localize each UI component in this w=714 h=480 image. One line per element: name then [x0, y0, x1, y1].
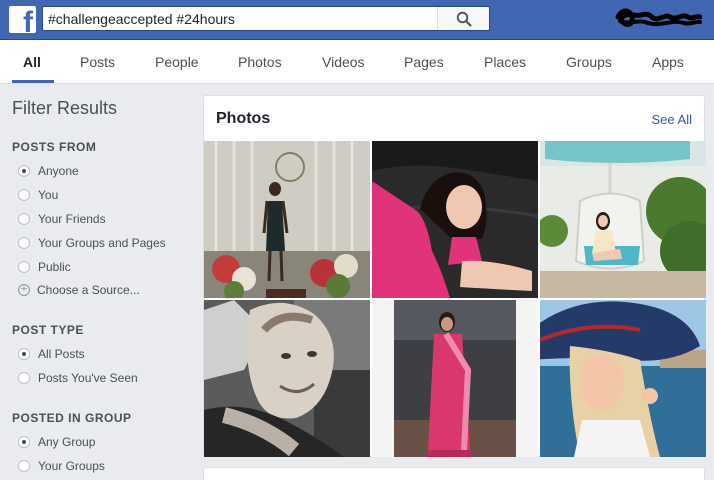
posted-in-group-heading: POSTED IN GROUP: [12, 411, 132, 425]
tab-apps[interactable]: Apps: [652, 54, 684, 70]
next-results-card: [203, 467, 705, 480]
photo-thumbnail-5[interactable]: [372, 300, 538, 457]
radio-selected-icon[interactable]: [18, 348, 30, 360]
photo-thumbnail-2[interactable]: [372, 141, 538, 298]
photo-2-image: [372, 141, 538, 298]
search-input[interactable]: #challengeaccepted #24hours: [48, 11, 235, 27]
photo-thumbnail-3[interactable]: [540, 141, 706, 298]
plus-circle-icon: +: [18, 284, 30, 296]
photo-thumbnail-4[interactable]: [204, 300, 370, 457]
radio-icon[interactable]: [18, 213, 30, 225]
top-navigation-bar: f #challengeaccepted #24hours: [0, 0, 714, 40]
search-icon: [456, 11, 472, 27]
radio-icon[interactable]: [18, 261, 30, 273]
tab-people[interactable]: People: [155, 54, 199, 70]
see-all-link[interactable]: See All: [652, 112, 692, 127]
radio-selected-icon[interactable]: [18, 436, 30, 448]
search-button[interactable]: [437, 7, 489, 30]
radio-selected-icon[interactable]: [18, 165, 30, 177]
photo-5-image: [372, 300, 538, 457]
tab-videos[interactable]: Videos: [322, 54, 365, 70]
photo-1-image: [204, 141, 370, 298]
radio-icon[interactable]: [18, 372, 30, 384]
tab-groups[interactable]: Groups: [566, 54, 612, 70]
photo-thumbnail-1[interactable]: [204, 141, 370, 298]
photo-3-image: [540, 141, 706, 298]
photo-6-image: [540, 300, 706, 457]
tab-all[interactable]: All: [23, 54, 41, 70]
photo-thumbnail-6[interactable]: [540, 300, 706, 457]
filter-sidebar: Filter Results POSTS FROM Anyone You You…: [12, 98, 166, 473]
radio-icon[interactable]: [18, 189, 30, 201]
posts-from-heading: POSTS FROM: [12, 140, 97, 154]
tab-places[interactable]: Places: [484, 54, 526, 70]
facebook-logo[interactable]: f: [9, 6, 36, 33]
radio-icon[interactable]: [18, 460, 30, 472]
filter-results-title: Filter Results: [12, 98, 118, 118]
photos-section-title: Photos: [216, 110, 271, 127]
active-tab-indicator: [12, 80, 54, 83]
photo-4-image: [204, 300, 370, 457]
redacted-profile-scribble: [615, 8, 702, 27]
post-type-heading: POST TYPE: [12, 323, 84, 337]
tab-posts[interactable]: Posts: [80, 54, 115, 70]
photos-results-card: Photos See All: [203, 95, 706, 457]
tab-photos[interactable]: Photos: [238, 54, 282, 70]
tab-pages[interactable]: Pages: [404, 54, 444, 70]
radio-icon[interactable]: [18, 237, 30, 249]
search-filter-tabs: All Posts People Photos Videos Pages Pla…: [0, 40, 714, 84]
search-box[interactable]: #challengeaccepted #24hours: [42, 6, 490, 31]
